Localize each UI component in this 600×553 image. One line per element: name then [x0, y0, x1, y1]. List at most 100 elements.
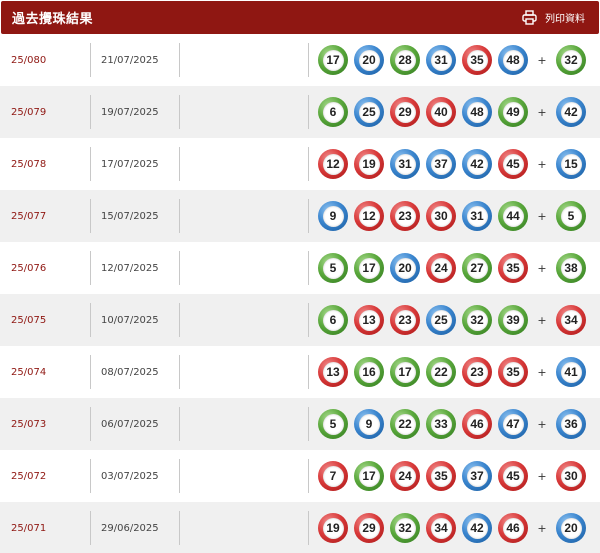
number-ball: 17 — [390, 357, 420, 387]
drawn-numbers: 19 29 32 34 42 46 +20 — [309, 513, 600, 543]
ball-number: 37 — [430, 153, 452, 175]
ball-number: 13 — [322, 361, 344, 383]
number-ball: 31 — [426, 45, 456, 75]
ball-number: 25 — [358, 101, 380, 123]
ball-number: 17 — [322, 49, 344, 71]
number-ball: 13 — [354, 305, 384, 335]
drawn-numbers: 13 16 17 22 23 35 +41 — [309, 357, 600, 387]
number-ball: 31 — [390, 149, 420, 179]
number-ball: 32 — [462, 305, 492, 335]
ball-number: 27 — [466, 257, 488, 279]
ball-number: 19 — [322, 517, 344, 539]
extra-number-ball: 41 — [556, 357, 586, 387]
number-ball: 19 — [354, 149, 384, 179]
number-ball: 30 — [426, 201, 456, 231]
ball-number: 25 — [430, 309, 452, 331]
number-ball: 20 — [390, 253, 420, 283]
ball-number: 5 — [322, 257, 344, 279]
ball-number: 17 — [394, 361, 416, 383]
print-label: 列印資料 — [545, 14, 585, 25]
draw-date: 03/07/2025 — [101, 470, 159, 482]
number-ball: 23 — [390, 305, 420, 335]
draw-number-link[interactable]: 25/071 — [0, 523, 90, 534]
draw-date: 08/07/2025 — [101, 366, 159, 378]
ball-number: 44 — [502, 205, 524, 227]
number-ball: 28 — [390, 45, 420, 75]
number-ball: 46 — [498, 513, 528, 543]
draw-number-link[interactable]: 25/080 — [0, 55, 90, 66]
number-ball: 48 — [462, 97, 492, 127]
draw-number-link[interactable]: 25/072 — [0, 471, 90, 482]
result-row: 25/072 03/07/2025 7 17 24 35 37 45 +30 — [0, 450, 600, 502]
print-button[interactable]: 列印資料 — [522, 10, 585, 25]
drawn-numbers: 6 25 29 40 48 49 +42 — [309, 97, 600, 127]
draw-number-link[interactable]: 25/079 — [0, 107, 90, 118]
draw-number-link[interactable]: 25/075 — [0, 315, 90, 326]
ball-number: 32 — [560, 49, 582, 71]
draw-date: 19/07/2025 — [101, 106, 159, 118]
number-ball: 46 — [462, 409, 492, 439]
column-divider — [179, 407, 180, 441]
number-ball: 35 — [462, 45, 492, 75]
number-ball: 33 — [426, 409, 456, 439]
result-row: 25/075 10/07/2025 6 13 23 25 32 39 +34 — [0, 294, 600, 346]
ball-number: 45 — [502, 465, 524, 487]
plus-sign: + — [537, 521, 547, 535]
result-row: 25/080 21/07/2025 17 20 28 31 35 48 +32 — [0, 34, 600, 86]
plus-sign: + — [537, 469, 547, 483]
draw-date: 17/07/2025 — [101, 158, 159, 170]
number-ball: 22 — [390, 409, 420, 439]
draw-number-link[interactable]: 25/076 — [0, 263, 90, 274]
number-ball: 17 — [354, 461, 384, 491]
column-divider — [179, 459, 180, 493]
number-ball: 44 — [498, 201, 528, 231]
ball-number: 35 — [502, 361, 524, 383]
plus-sign: + — [537, 365, 547, 379]
ball-number: 31 — [430, 49, 452, 71]
result-row: 25/073 06/07/2025 5 9 22 33 46 47 +36 — [0, 398, 600, 450]
number-ball: 17 — [318, 45, 348, 75]
draw-number-link[interactable]: 25/074 — [0, 367, 90, 378]
number-ball: 17 — [354, 253, 384, 283]
ball-number: 12 — [322, 153, 344, 175]
number-ball: 34 — [426, 513, 456, 543]
result-row: 25/071 29/06/2025 19 29 32 34 42 46 +20 — [0, 502, 600, 553]
extra-number-ball: 34 — [556, 305, 586, 335]
ball-number: 20 — [560, 517, 582, 539]
draw-number-link[interactable]: 25/073 — [0, 419, 90, 430]
draw-number-link[interactable]: 25/077 — [0, 211, 90, 222]
number-ball: 37 — [426, 149, 456, 179]
drawn-numbers: 17 20 28 31 35 48 +32 — [309, 45, 600, 75]
drawn-numbers: 5 17 20 24 27 35 +38 — [309, 253, 600, 283]
ball-number: 6 — [322, 101, 344, 123]
ball-number: 36 — [560, 413, 582, 435]
number-ball: 24 — [426, 253, 456, 283]
extra-number-ball: 36 — [556, 409, 586, 439]
draw-date: 06/07/2025 — [101, 418, 159, 430]
number-ball: 40 — [426, 97, 456, 127]
number-ball: 12 — [354, 201, 384, 231]
ball-number: 45 — [502, 153, 524, 175]
number-ball: 5 — [318, 253, 348, 283]
ball-number: 32 — [466, 309, 488, 331]
ball-number: 9 — [322, 205, 344, 227]
number-ball: 42 — [462, 149, 492, 179]
ball-number: 33 — [430, 413, 452, 435]
ball-number: 12 — [358, 205, 380, 227]
number-ball: 25 — [426, 305, 456, 335]
draw-number-link[interactable]: 25/078 — [0, 159, 90, 170]
ball-number: 48 — [466, 101, 488, 123]
number-ball: 13 — [318, 357, 348, 387]
number-ball: 9 — [318, 201, 348, 231]
ball-number: 46 — [466, 413, 488, 435]
number-ball: 22 — [426, 357, 456, 387]
ball-number: 49 — [502, 101, 524, 123]
extra-number-ball: 38 — [556, 253, 586, 283]
ball-number: 28 — [394, 49, 416, 71]
ball-number: 22 — [430, 361, 452, 383]
number-ball: 5 — [318, 409, 348, 439]
number-ball: 31 — [462, 201, 492, 231]
number-ball: 47 — [498, 409, 528, 439]
ball-number: 35 — [502, 257, 524, 279]
number-ball: 16 — [354, 357, 384, 387]
